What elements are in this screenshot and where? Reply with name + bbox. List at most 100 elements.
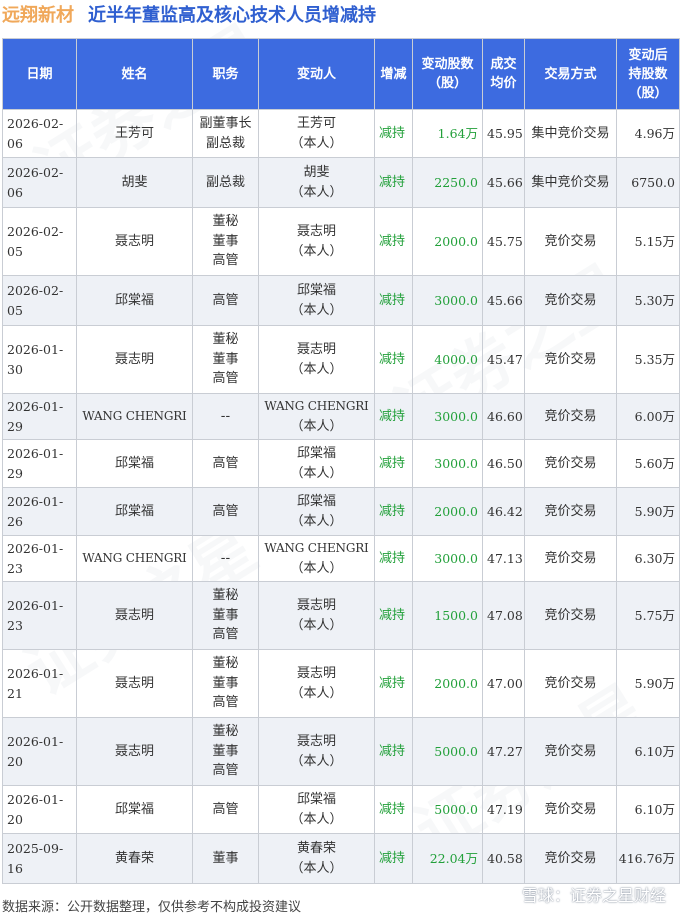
header-row: 日期 姓名 职务 变动人 增减 变动股数 （股） 成交 均价 交易方式 变动后 持股数 （股） [2,38,680,110]
avg-price-cell: 46.42 [482,487,525,536]
trade-method-cell: 集中竞价交易 [524,157,617,208]
avg-price-cell: 46.50 [482,439,525,488]
date-cell: 2026-01-20 [2,717,77,786]
table-row: 2026-01-20 邱棠福 高管 邱棠福 （本人） 减持 5000.0 47.19 竞价交易… [2,785,680,834]
company-name: 远翔新材 [2,5,74,26]
column-header: 日期 [2,38,77,110]
changer-cell: 黄春荣 （本人） [258,833,375,884]
direction-cell: 减持 [374,535,413,582]
shares-after-cell: 5.75万 [616,581,680,650]
data-source-note: 数据来源：公开数据整理，仅供参考不构成投资建议 [2,900,302,915]
position-cell: 高管 [192,439,259,488]
shares-changed-cell: 2000.0 [412,207,483,276]
shares-changed-cell: 22.04万 [412,833,483,884]
name-cell: 黄春荣 [76,833,193,884]
direction-cell: 减持 [374,207,413,276]
date-cell: 2026-01-30 [2,325,77,394]
direction-cell: 减持 [374,275,413,326]
shares-changed-cell: 3000.0 [412,275,483,326]
column-header: 变动股数 （股） [412,38,483,110]
trade-method-cell: 竞价交易 [524,717,617,786]
brand-watermark: 雪球：证券之星财经 [498,884,666,908]
shares-changed-cell: 3000.0 [412,393,483,440]
shares-changed-cell: 3000.0 [412,439,483,488]
date-cell: 2026-01-29 [2,393,77,440]
position-cell: 副董事长 副总裁 [192,109,259,158]
shares-changed-cell: 2000.0 [412,487,483,536]
trade-method-cell: 竞价交易 [524,393,617,440]
table-row: 2026-02-06 胡斐 副总裁 胡斐 （本人） 减持 2250.0 45.66 集中竞价交… [2,157,680,208]
position-cell: 高管 [192,487,259,536]
changer-name: WANG CHENGRI [264,399,369,413]
table-row: 2026-01-23 聂志明 董秘 董事 高管 聂志明 （本人） 减持 1500.0 47.… [2,581,680,650]
table-row: 2026-01-21 聂志明 董秘 董事 高管 聂志明 （本人） 减持 2000.0 47.… [2,649,680,718]
avg-price-cell: 47.08 [482,581,525,650]
name-cell: 胡斐 [76,157,193,208]
direction-cell: 减持 [374,157,413,208]
name-cell: 邱棠福 [76,487,193,536]
direction-cell: 减持 [374,581,413,650]
direction-cell: 减持 [374,785,413,834]
shares-after-cell: 6.10万 [616,785,680,834]
column-header: 变动人 [258,38,375,110]
direction-cell: 减持 [374,325,413,394]
column-header: 职务 [192,38,259,110]
column-header: 变动后 持股数 （股） [616,38,680,110]
position-cell: 董秘 董事 高管 [192,207,259,276]
page-title: 远翔新材 近半年董监高及核心技术人员增减持 [2,4,376,28]
direction-cell: 减持 [374,717,413,786]
table-row: 2026-01-29 WANG CHENGRI -- WANG CHENGRI （本人… [2,393,680,440]
name-cell: 邱棠福 [76,275,193,326]
avg-price-cell: 45.66 [482,275,525,326]
changer-cell: 聂志明 （本人） [258,649,375,718]
trade-method-cell: 竞价交易 [524,487,617,536]
shares-after-cell: 416.76万 [616,833,680,884]
table-body: 2026-02-06 王芳可 副董事长 副总裁 王芳可 （本人） 减持 1.64万 45.9… [2,109,680,884]
trade-method-cell: 竞价交易 [524,439,617,488]
changer-cell: 胡斐 （本人） [258,157,375,208]
date-cell: 2026-02-06 [2,109,77,158]
snowball-logo-icon [498,887,518,906]
trade-method-cell: 竞价交易 [524,581,617,650]
avg-price-cell: 46.60 [482,393,525,440]
name-cell: 邱棠福 [76,785,193,834]
table-row: 2026-01-23 WANG CHENGRI -- WANG CHENGRI （本人… [2,535,680,582]
shares-changed-cell: 1500.0 [412,581,483,650]
name-cell: 聂志明 [76,581,193,650]
direction-cell: 减持 [374,487,413,536]
trade-method-cell: 竞价交易 [524,535,617,582]
trade-method-cell: 竞价交易 [524,785,617,834]
trade-method-cell: 竞价交易 [524,207,617,276]
date-cell: 2026-01-23 [2,581,77,650]
shares-after-cell: 5.90万 [616,487,680,536]
position-cell: 董事 [192,833,259,884]
table-header: 日期 姓名 职务 变动人 增减 变动股数 （股） 成交 均价 交易方式 变动后 持股数 （股） [2,38,680,110]
changer-cell: 邱棠福 （本人） [258,439,375,488]
shares-changed-cell: 3000.0 [412,535,483,582]
avg-price-cell: 45.47 [482,325,525,394]
changer-cell: 邱棠福 （本人） [258,785,375,834]
changer-cell: WANG CHENGRI （本人） [258,535,375,582]
direction-cell: 减持 [374,833,413,884]
position-cell: -- [192,535,259,582]
avg-price-cell: 45.75 [482,207,525,276]
name-cell: WANG CHENGRI [76,535,193,582]
shares-changed-cell: 1.64万 [412,109,483,158]
table-row: 2026-02-05 聂志明 董秘 董事 高管 聂志明 （本人） 减持 2000.0 45.… [2,207,680,276]
date-cell: 2026-01-23 [2,535,77,582]
position-cell: 董秘 董事 高管 [192,649,259,718]
shares-changed-cell: 5000.0 [412,717,483,786]
changer-cell: 聂志明 （本人） [258,325,375,394]
column-header: 增减 [374,38,413,110]
shares-after-cell: 5.15万 [616,207,680,276]
shares-changed-cell: 2000.0 [412,649,483,718]
changer-cell: 王芳可 （本人） [258,109,375,158]
trade-method-cell: 竞价交易 [524,275,617,326]
direction-cell: 减持 [374,109,413,158]
avg-price-cell: 47.13 [482,535,525,582]
brand-text: 雪球：证券之星财经 [521,886,666,905]
shares-after-cell: 6.30万 [616,535,680,582]
direction-cell: 减持 [374,393,413,440]
direction-cell: 减持 [374,439,413,488]
table-row: 2026-02-05 邱棠福 高管 邱棠福 （本人） 减持 3000.0 45.66 竞价交易… [2,275,680,326]
